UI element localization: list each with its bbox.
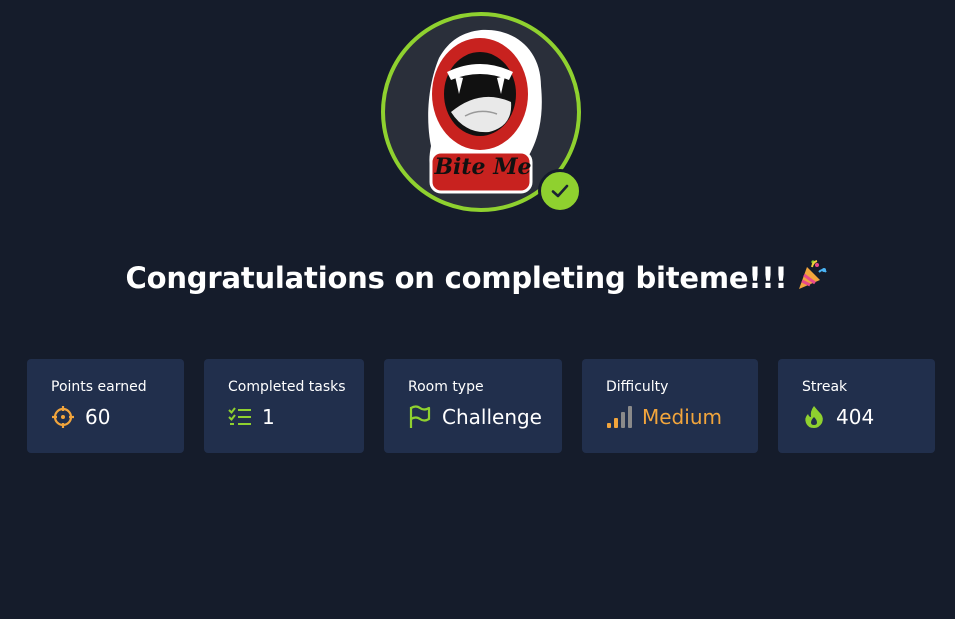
room-badge: Bite Me (381, 12, 582, 213)
badge-text: Bite Me (434, 154, 532, 180)
points-earned-label: Points earned (51, 379, 147, 395)
stat-card-streak: Streak 404 (778, 359, 935, 453)
party-popper-icon (795, 258, 829, 299)
stat-card-points: Points earned 60 (27, 359, 184, 453)
streak-label: Streak (802, 379, 848, 395)
stat-card-completed-tasks: Completed tasks 1 (204, 359, 364, 453)
completed-tasks-label: Completed tasks (228, 379, 346, 395)
room-type-value: Challenge (442, 405, 542, 429)
congratulations-heading: Congratulations on completing biteme!!! (125, 261, 788, 295)
points-earned-value: 60 (85, 405, 111, 429)
stat-card-difficulty: Difficulty Medium (582, 359, 758, 453)
flag-icon (408, 405, 432, 429)
room-completed-page: Bite Me Congratulations on completing bi… (0, 0, 955, 619)
stat-card-room-type: Room type Challenge (384, 359, 562, 453)
difficulty-value: Medium (642, 405, 722, 429)
completed-tasks-value: 1 (262, 405, 275, 429)
room-type-label: Room type (408, 379, 484, 395)
difficulty-label: Difficulty (606, 379, 669, 395)
completed-check-badge (538, 169, 582, 213)
target-icon (51, 405, 75, 429)
flame-icon (802, 405, 826, 429)
checklist-icon (228, 405, 252, 429)
page-title: Congratulations on completing biteme!!! (0, 258, 955, 299)
signal-bars-icon (606, 405, 634, 429)
streak-value: 404 (836, 405, 875, 429)
